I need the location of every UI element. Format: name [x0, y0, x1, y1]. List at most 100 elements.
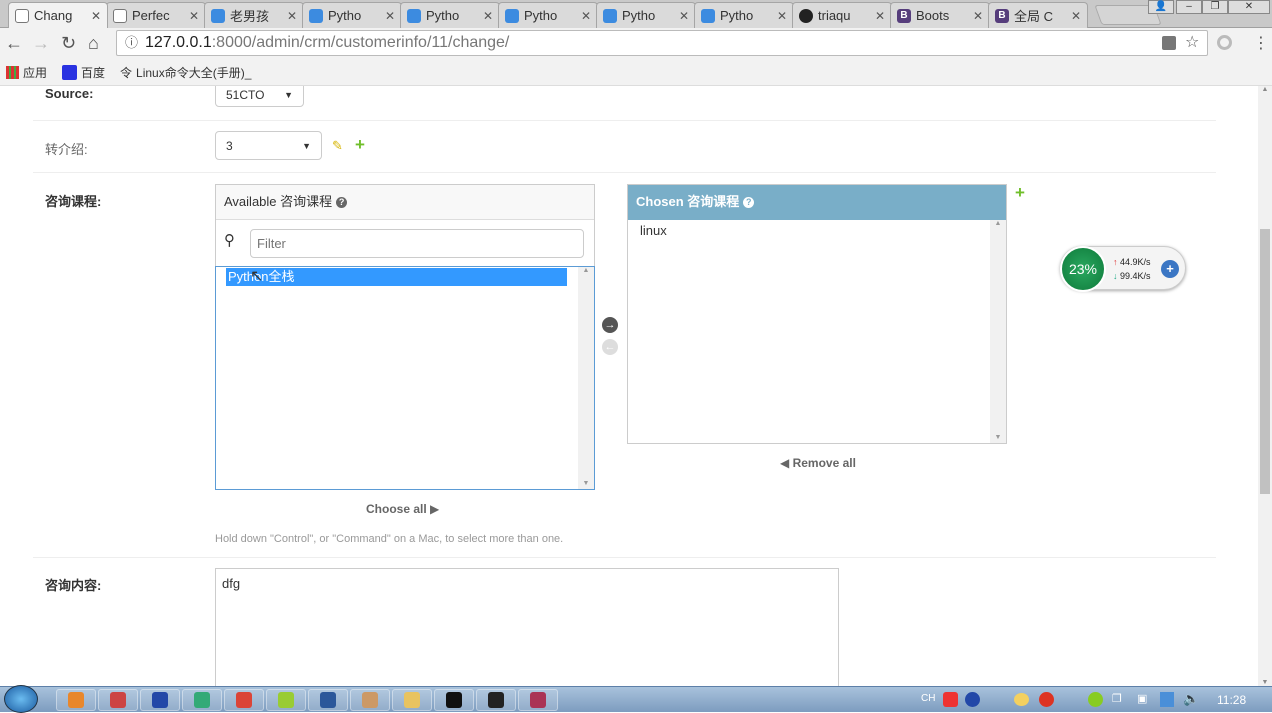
taskbar-app-10[interactable]: [476, 689, 516, 711]
close-tab-icon[interactable]: ✕: [189, 9, 199, 23]
choose-all-link[interactable]: Choose all ▶: [366, 502, 439, 516]
taskbar-app-8[interactable]: [392, 689, 432, 711]
close-tab-icon[interactable]: ✕: [875, 9, 885, 23]
menu-icon[interactable]: ⋮: [1253, 33, 1269, 53]
close-window-button[interactable]: ✕: [1228, 0, 1270, 14]
taskbar-app-11[interactable]: [518, 689, 558, 711]
bookmark-baidu[interactable]: 百度: [62, 64, 105, 81]
taskbar-app-3[interactable]: [182, 689, 222, 711]
add-course-plus-icon[interactable]: +: [1015, 183, 1025, 203]
tab-10[interactable]: B 全局 C ✕: [988, 2, 1088, 28]
choose-arrow-icon[interactable]: →: [602, 317, 618, 333]
star-icon[interactable]: ☆: [1185, 31, 1199, 55]
address-bar[interactable]: ⓘ 127.0.0.1:8000/admin/crm/customerinfo/…: [116, 30, 1208, 56]
back-button[interactable]: ←: [5, 33, 23, 54]
site-icon: [211, 8, 225, 23]
extension-icon[interactable]: [1217, 35, 1232, 50]
edit-pencil-icon[interactable]: ✎: [332, 138, 343, 154]
referral-select[interactable]: 3 ▼: [215, 131, 322, 160]
tab-3[interactable]: Pytho ✕: [302, 2, 402, 28]
tab-title: Pytho: [622, 8, 656, 23]
info-icon[interactable]: ⓘ: [125, 31, 138, 55]
tab-1[interactable]: Perfec ✕: [106, 2, 206, 28]
reload-button[interactable]: ↻: [61, 33, 76, 54]
user-button[interactable]: 👤: [1148, 0, 1174, 14]
help-icon[interactable]: ?: [743, 197, 755, 209]
content-textarea[interactable]: dfg: [215, 568, 839, 686]
home-button[interactable]: ⌂: [88, 33, 99, 54]
record-icon[interactable]: [1039, 692, 1054, 707]
tool-icon: [110, 692, 126, 708]
available-list[interactable]: Python全栈 ▲ ▼: [215, 266, 595, 490]
window-tray-icon[interactable]: ❐: [1112, 692, 1122, 705]
tab-6[interactable]: Pytho ✕: [596, 2, 696, 28]
list-item[interactable]: linux: [628, 220, 1006, 241]
taskbar-app-4[interactable]: [224, 689, 264, 711]
mouse-cursor: ↖: [250, 268, 264, 285]
sogou-icon[interactable]: [943, 692, 958, 707]
chosen-list[interactable]: linux ▲ ▼: [628, 220, 1006, 443]
tab-4[interactable]: Pytho ✕: [400, 2, 500, 28]
tab-8[interactable]: triaqu ✕: [792, 2, 892, 28]
bookmark-linux[interactable]: 令 Linux命令大全(手册)_: [120, 64, 251, 81]
tab-title: triaqu: [818, 8, 851, 23]
page-scrollbar[interactable]: ▲ ▼: [1258, 86, 1272, 686]
taskbar-app-7[interactable]: [350, 689, 390, 711]
explorer-icon: [404, 692, 420, 708]
start-button[interactable]: [4, 685, 38, 713]
minimize-button[interactable]: –: [1176, 0, 1202, 14]
close-tab-icon[interactable]: ✕: [287, 9, 297, 23]
tab-2[interactable]: 老男孩 ✕: [204, 2, 304, 28]
taskbar-app-5[interactable]: [266, 689, 306, 711]
close-tab-icon[interactable]: ✕: [1071, 9, 1081, 23]
help-tray-icon[interactable]: [965, 692, 980, 707]
scrollbar[interactable]: ▲ ▼: [990, 220, 1006, 443]
widget-plus-icon[interactable]: +: [1161, 260, 1179, 278]
list-item[interactable]: Python全栈: [226, 268, 567, 286]
network-speed-widget[interactable]: 23% ↑ 44.9K/s ↓ 99.4K/s +: [1060, 246, 1186, 292]
github-icon: [799, 8, 813, 23]
tab-5[interactable]: Pytho ✕: [498, 2, 598, 28]
chrome-icon: [236, 692, 252, 708]
remove-arrow-icon[interactable]: ←: [602, 339, 618, 355]
close-tab-icon[interactable]: ✕: [483, 9, 493, 23]
taskbar-app-0[interactable]: [56, 689, 96, 711]
weather-icon[interactable]: [1014, 693, 1029, 706]
volume-icon[interactable]: 🔈: [1183, 691, 1199, 707]
close-tab-icon[interactable]: ✕: [385, 9, 395, 23]
bookmark-apps[interactable]: 应用: [6, 64, 47, 81]
site-icon: [309, 8, 323, 23]
close-tab-icon[interactable]: ✕: [581, 9, 591, 23]
translate-icon[interactable]: [1162, 36, 1176, 50]
ime-tray-icon[interactable]: [1160, 692, 1174, 707]
restore-button[interactable]: ❐: [1202, 0, 1228, 14]
scrollbar[interactable]: ▲ ▼: [578, 267, 594, 489]
tab-9[interactable]: B Boots ✕: [890, 2, 990, 28]
tray-plus-icon[interactable]: [1088, 692, 1103, 707]
language-indicator[interactable]: CH: [921, 693, 935, 704]
close-tab-icon[interactable]: ✕: [973, 9, 983, 23]
source-select[interactable]: 51CTO ▼: [215, 86, 304, 107]
taskbar-app-1[interactable]: [98, 689, 138, 711]
add-referral-plus-icon[interactable]: +: [355, 135, 365, 155]
tab-7[interactable]: Pytho ✕: [694, 2, 794, 28]
help-icon[interactable]: ?: [336, 197, 348, 209]
forward-button[interactable]: →: [32, 33, 50, 54]
tab-0[interactable]: Chang ✕: [8, 2, 108, 28]
clock[interactable]: 11:28: [1217, 693, 1246, 707]
close-tab-icon[interactable]: ✕: [777, 9, 787, 23]
add-icon: ▶: [430, 502, 440, 516]
close-tab-icon[interactable]: ✕: [679, 9, 689, 23]
remove-all-link[interactable]: ◀ Remove all: [780, 456, 856, 470]
tab-title: Pytho: [328, 8, 362, 23]
filter-input[interactable]: [250, 229, 584, 258]
chosen-courses-box: Chosen 咨询课程? linux ▲ ▼: [627, 184, 1007, 444]
remove-icon: ◀: [780, 456, 790, 470]
taskbar-app-2[interactable]: [140, 689, 180, 711]
close-tab-icon[interactable]: ✕: [91, 9, 101, 23]
site-icon: [407, 8, 421, 23]
network-tray-icon[interactable]: ▣: [1137, 692, 1147, 705]
upload-speed: ↑ 44.9K/s: [1113, 257, 1151, 267]
taskbar-app-9[interactable]: [434, 689, 474, 711]
taskbar-app-6[interactable]: [308, 689, 348, 711]
